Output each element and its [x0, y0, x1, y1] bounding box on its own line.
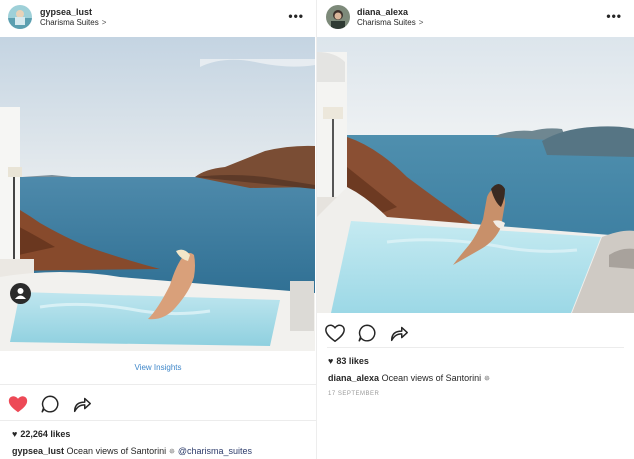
share-icon[interactable]	[71, 393, 93, 415]
divider	[327, 347, 624, 348]
more-options-icon[interactable]: •••	[288, 9, 304, 23]
avatar[interactable]	[8, 5, 32, 29]
comment-icon[interactable]	[39, 393, 61, 415]
action-bar	[317, 316, 634, 350]
small-heart-icon: ♥	[12, 429, 18, 439]
location-label: Charisma Suites	[357, 18, 416, 27]
action-bar	[0, 387, 316, 421]
post-gypsea-lust: gypsea_lust Charisma Suites > ••• View I…	[0, 0, 316, 459]
more-options-icon[interactable]: •••	[606, 9, 622, 23]
post-header: diana_alexa Charisma Suites > •••	[317, 0, 634, 36]
avatar[interactable]	[326, 5, 350, 29]
chevron-right-icon: >	[101, 18, 107, 27]
small-heart-icon: ♥	[328, 356, 334, 366]
caption-username[interactable]: diana_alexa	[328, 373, 379, 383]
location-link[interactable]: Charisma Suites >	[40, 18, 106, 27]
location-label: Charisma Suites	[40, 18, 99, 27]
caption-username[interactable]: gypsea_lust	[12, 446, 64, 456]
likes-label: 83 likes	[336, 356, 369, 366]
share-icon[interactable]	[388, 322, 410, 344]
sparkle-icon: ✵	[168, 447, 176, 456]
comment-icon[interactable]	[356, 322, 378, 344]
view-insights-link[interactable]: View Insights	[135, 363, 182, 372]
username[interactable]: gypsea_lust	[40, 7, 92, 17]
heart-icon[interactable]	[324, 322, 346, 344]
caption: diana_alexa Ocean views of Santorini ✵	[328, 373, 490, 383]
location-link[interactable]: Charisma Suites >	[357, 18, 423, 27]
post-header: gypsea_lust Charisma Suites > •••	[0, 0, 316, 36]
likes-count[interactable]: ♥ 83 likes	[328, 356, 369, 366]
caption-text: Ocean views of Santorini	[66, 446, 167, 456]
caption-text: Ocean views of Santorini	[381, 373, 482, 383]
sparkle-icon: ✵	[483, 374, 491, 383]
view-insights-row: View Insights	[0, 351, 316, 385]
post-photo[interactable]	[317, 37, 634, 313]
caption-mention[interactable]: @charisma_suites	[178, 446, 252, 456]
username[interactable]: diana_alexa	[357, 7, 408, 17]
post-date: 17 SEPTEMBER	[328, 391, 380, 397]
post-diana-alexa: diana_alexa Charisma Suites > ••• ♥ 83 l…	[316, 0, 634, 459]
chevron-right-icon: >	[418, 18, 424, 27]
user-tag-icon[interactable]	[10, 283, 31, 304]
likes-count[interactable]: ♥ 22,264 likes	[12, 429, 70, 439]
post-photo[interactable]	[0, 37, 315, 351]
caption: gypsea_lust Ocean views of Santorini ✵ @…	[12, 446, 252, 456]
likes-label: 22,264 likes	[20, 429, 71, 439]
heart-icon[interactable]	[7, 393, 29, 415]
